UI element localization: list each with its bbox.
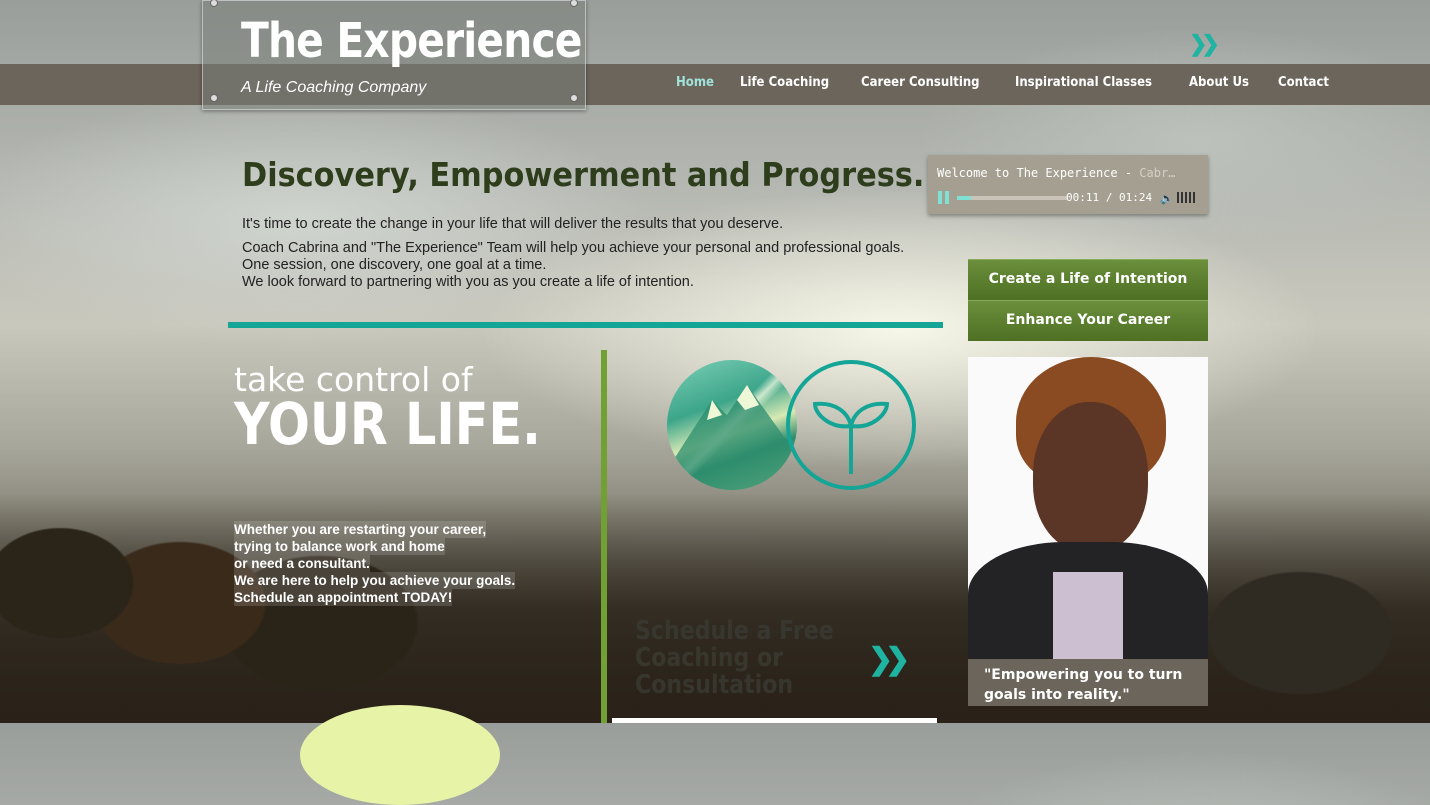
- playback-time: 00:11 / 01:24: [1066, 191, 1153, 204]
- audio-player: Welcome to The Experience - Cabr… 00:11 …: [928, 155, 1208, 214]
- screw-icon: [570, 0, 578, 7]
- pause-button[interactable]: [938, 191, 950, 204]
- sprout-graphic: [812, 401, 890, 474]
- promo-line: Schedule an appointment TODAY!: [234, 589, 453, 606]
- nav-item-about-us[interactable]: About Us: [1189, 75, 1249, 90]
- create-life-button[interactable]: Create a Life of Intention: [968, 259, 1208, 300]
- portrait-caption: "Empowering you to turn goals into reali…: [968, 659, 1208, 706]
- white-strip: [612, 718, 937, 723]
- quote-text: "Empowering you to turn goals into reali…: [984, 667, 1183, 703]
- mountain-icon: [667, 385, 797, 490]
- nav-item-career-consulting[interactable]: Career Consulting: [861, 75, 980, 90]
- promo-line: or need a consultant.: [234, 555, 370, 572]
- intro-line: One session, one discovery, one goal at …: [242, 257, 547, 273]
- progress-bar[interactable]: [957, 196, 1067, 200]
- nav-item-contact[interactable]: Contact: [1278, 75, 1329, 90]
- mountain-image[interactable]: [667, 360, 797, 490]
- speaker-icon[interactable]: 🔈: [1160, 192, 1174, 205]
- intro-line: It's time to create the change in your l…: [242, 216, 784, 232]
- page-headline: Discovery, Empowerment and Progress.: [242, 155, 925, 194]
- nav-item-life-coaching[interactable]: Life Coaching: [740, 75, 829, 90]
- intro-text: It's time to create the change in your l…: [242, 216, 904, 291]
- screw-icon: [210, 0, 218, 7]
- promo-line: trying to balance work and home: [234, 538, 445, 555]
- intro-line: We look forward to partnering with you a…: [242, 274, 694, 290]
- volume-slider[interactable]: [1177, 192, 1197, 203]
- track-title: Welcome to The Experience -: [937, 166, 1140, 180]
- portrait-blouse: [1053, 572, 1123, 659]
- logo-panel[interactable]: The Experience A Life Coaching Company: [202, 0, 586, 110]
- screw-icon: [210, 94, 218, 102]
- schedule-line: Coaching or: [635, 643, 784, 673]
- player-track-title: Welcome to The Experience - Cabr…: [937, 166, 1197, 180]
- double-chevron-right-icon[interactable]: ❯❯: [1189, 31, 1220, 57]
- promo-line: Whether you are restarting your career,: [234, 521, 487, 538]
- main-nav: Home Life Coaching Career Consulting Ins…: [676, 75, 1356, 90]
- enhance-career-button[interactable]: Enhance Your Career: [968, 300, 1208, 341]
- sprout-icon[interactable]: [786, 360, 916, 490]
- intro-line: Coach Cabrina and "The Experience" Team …: [242, 240, 905, 256]
- nav-item-inspirational-classes[interactable]: Inspirational Classes: [1015, 75, 1152, 90]
- track-title-truncated: Cabr…: [1139, 166, 1176, 180]
- portrait-face: [1033, 402, 1148, 552]
- teal-divider: [228, 322, 943, 328]
- promo-text: Whether you are restarting your career, …: [234, 521, 516, 606]
- coach-portrait: [968, 357, 1208, 659]
- promo-line: We are here to help you achieve your goa…: [234, 572, 516, 589]
- schedule-line: Schedule a Free: [635, 616, 834, 646]
- decorative-circle: [300, 705, 500, 805]
- schedule-line: Consultation: [635, 670, 794, 700]
- green-vertical-divider: [601, 350, 607, 723]
- screw-icon: [570, 94, 578, 102]
- schedule-cta[interactable]: Schedule a Free Coaching or Consultation: [635, 618, 834, 699]
- progress-fill: [957, 196, 972, 200]
- site-subtitle: A Life Coaching Company: [241, 79, 427, 96]
- site-title: The Experience: [241, 13, 582, 69]
- your-life-heading: YOUR LIFE.: [234, 390, 541, 458]
- nav-item-home[interactable]: Home: [676, 75, 714, 90]
- double-chevron-right-icon[interactable]: ❯❯: [868, 642, 910, 677]
